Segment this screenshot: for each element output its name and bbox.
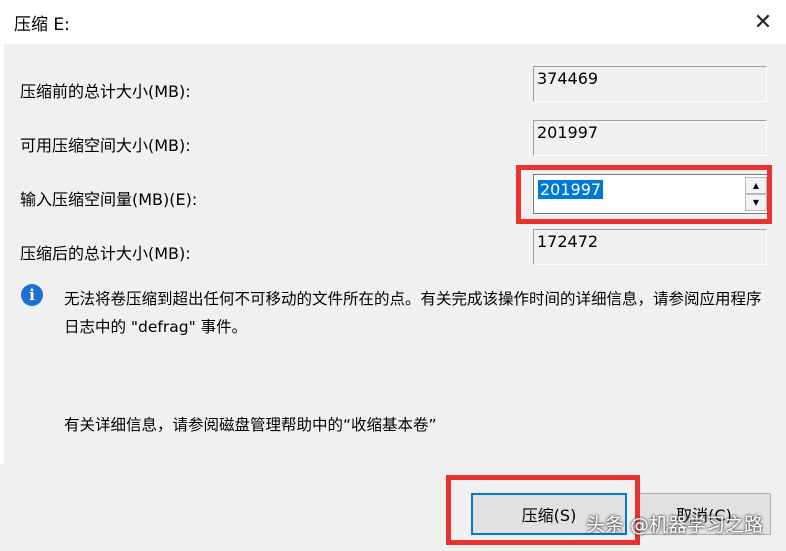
total-after-value: 172472 xyxy=(533,229,767,265)
chevron-down-icon: ▼ xyxy=(752,198,760,207)
cancel-button[interactable]: 取消(C) xyxy=(637,493,771,535)
help-message: 有关详细信息，请参阅磁盘管理帮助中的“收缩基本卷” xyxy=(64,416,437,434)
available-label: 可用压缩空间大小(MB): xyxy=(20,136,191,155)
close-icon: ✕ xyxy=(753,9,773,35)
info-icon: i xyxy=(21,284,43,306)
shrink-button[interactable]: 压缩(S) xyxy=(471,493,627,535)
available-value: 201997 xyxy=(533,120,767,156)
total-before-label: 压缩前的总计大小(MB): xyxy=(20,82,191,101)
spin-up-button[interactable]: ▲ xyxy=(745,177,767,194)
close-button[interactable]: ✕ xyxy=(740,0,786,44)
info-message: 无法将卷压缩到超出任何不可移动的文件所在的点。有关完成该操作时间的详细信息，请参… xyxy=(64,290,762,336)
total-before-value: 374469 xyxy=(533,66,767,102)
spin-down-button[interactable]: ▼ xyxy=(745,194,767,211)
total-after-label: 压缩后的总计大小(MB): xyxy=(20,244,191,263)
shrink-amount-label: 输入压缩空间量(MB)(E): xyxy=(20,190,198,209)
title-bar: 压缩 E: ✕ xyxy=(0,0,786,44)
window-edge xyxy=(0,44,4,464)
shrink-amount-input[interactable]: 201997 xyxy=(538,180,604,199)
chevron-up-icon: ▲ xyxy=(752,181,760,190)
window-title: 压缩 E: xyxy=(14,15,70,35)
shrink-amount-spinbox[interactable]: 201997 ▲ ▼ xyxy=(533,174,771,214)
